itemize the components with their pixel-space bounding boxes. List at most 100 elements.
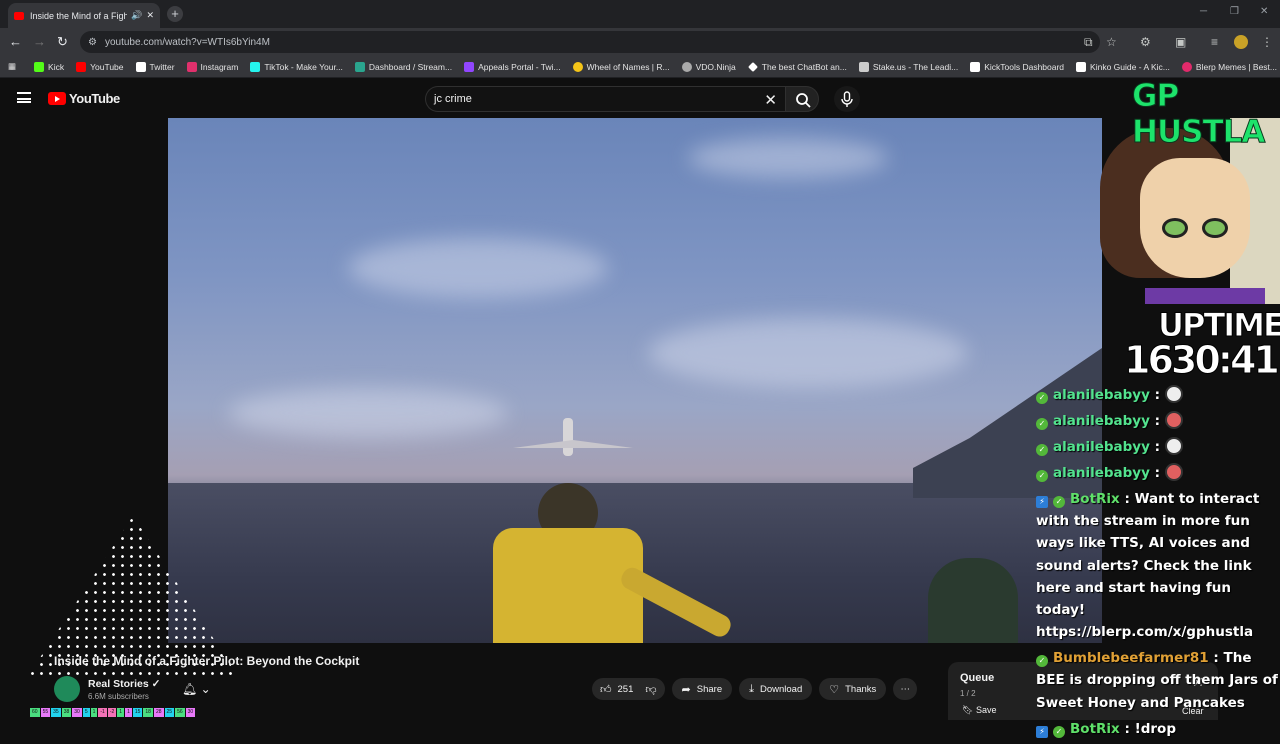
- bookmark-item[interactable]: Blerp Memes | Best...: [1181, 61, 1278, 72]
- bookmark-item[interactable]: Wheel of Names | R...: [572, 61, 670, 72]
- stat-bar-cell: 35: [51, 708, 61, 717]
- hamburger-menu-icon[interactable]: [17, 92, 31, 103]
- new-tab-button[interactable]: +: [167, 6, 183, 22]
- bookmark-item[interactable]: Kick: [34, 61, 65, 72]
- dislike-icon[interactable]: 👎︎: [645, 683, 656, 696]
- profile-avatar[interactable]: [1234, 35, 1248, 49]
- bookmark-label: Blerp Memes | Best...: [1195, 61, 1278, 72]
- queue-save-button[interactable]: 🔖︎ Save: [962, 705, 996, 716]
- thanks-button[interactable]: ♡ Thanks: [819, 678, 887, 700]
- search-input[interactable]: jc crime ✕: [425, 86, 787, 112]
- bookmark-label: Dashboard / Stream...: [368, 61, 453, 72]
- chat-username[interactable]: alanilebabyy: [1053, 439, 1150, 455]
- more-actions-button[interactable]: ⋯: [893, 678, 918, 700]
- chat-username[interactable]: alanilebabyy: [1053, 387, 1150, 403]
- bookmark-item[interactable]: YouTube: [76, 61, 124, 72]
- restore-icon[interactable]: ❐: [1230, 6, 1239, 17]
- address-bar[interactable]: ⚙ youtube.com/watch?v=WTIs6bYin4M: [80, 31, 1100, 53]
- stat-bar-cell: 1: [90, 708, 98, 717]
- bookmark-item[interactable]: TikTok - Make Your...: [250, 61, 343, 72]
- bookmark-item[interactable]: Dashboard / Stream...: [354, 61, 453, 72]
- stake-icon: [858, 61, 869, 72]
- download-button[interactable]: ⤓ Download: [739, 678, 813, 700]
- share-button[interactable]: ➦ Share: [671, 678, 733, 700]
- install-app-icon[interactable]: ⧉: [1084, 35, 1093, 50]
- bookmark-label: Kinko Guide - A Kic...: [1090, 61, 1170, 72]
- bookmark-item[interactable]: Kinko Guide - A Kic...: [1076, 61, 1170, 72]
- browser-tab[interactable]: Inside the Mind of a Fighter 🔊 ✕: [8, 3, 160, 28]
- chat-username[interactable]: alanilebabyy: [1053, 465, 1150, 481]
- chatbot-icon: [747, 61, 758, 72]
- stat-bar-cell: 60: [30, 708, 40, 717]
- apps-icon[interactable]: ▦: [8, 61, 16, 72]
- search-button[interactable]: [785, 86, 819, 112]
- like-icon[interactable]: 👍︎: [600, 683, 612, 696]
- like-dislike-group: 👍︎ 251 👎︎: [592, 678, 665, 700]
- video-player[interactable]: [168, 118, 1102, 643]
- site-info-icon[interactable]: ⚙: [88, 37, 97, 48]
- stat-bar-cell: 25: [164, 708, 175, 717]
- bookmark-item[interactable]: Twitter: [135, 61, 175, 72]
- avatar-shirt: [1145, 288, 1265, 304]
- voice-search-button[interactable]: [834, 86, 860, 112]
- stat-bar-cell: -1: [98, 708, 107, 717]
- channel-avatar[interactable]: [54, 676, 80, 702]
- notification-bell-icon[interactable]: 🔔︎ ⌄: [182, 682, 211, 696]
- share-icon: ➦: [681, 683, 691, 696]
- chat-username[interactable]: BotRix: [1070, 491, 1120, 507]
- reload-icon[interactable]: ↻: [57, 34, 68, 50]
- stat-bar-cell: 30: [72, 708, 82, 717]
- stat-bar-cell: 55: [40, 708, 51, 717]
- cloud: [228, 388, 508, 438]
- kick-icon: [34, 61, 45, 72]
- bookmark-label: YouTube: [90, 61, 124, 72]
- media-icon[interactable]: ▣: [1175, 35, 1186, 49]
- chat-message: ⚡ ✓ BotRix : !drop: [1036, 718, 1280, 740]
- search-value: jc crime: [434, 93, 472, 105]
- close-tab-icon[interactable]: ✕: [146, 10, 154, 21]
- stat-bar-cell: 28: [153, 708, 164, 717]
- like-count[interactable]: 251: [618, 684, 634, 695]
- chat-username[interactable]: BotRix: [1070, 721, 1120, 737]
- share-label: Share: [696, 683, 723, 695]
- tab-search-icon[interactable]: ≡: [1211, 35, 1218, 49]
- stat-bar-cell: 56: [175, 708, 185, 717]
- bookmark-item[interactable]: KickTools Dashboard: [970, 61, 1064, 72]
- minimize-icon[interactable]: ─: [1200, 6, 1207, 17]
- stat-bar-cell: 5: [82, 708, 90, 717]
- back-icon[interactable]: ←: [9, 34, 22, 49]
- verified-badge-icon: ✓: [1036, 418, 1048, 430]
- stat-bar-cell: 15: [132, 708, 143, 717]
- bookmark-label: TikTok - Make Your...: [264, 61, 343, 72]
- bookmark-label: Kick: [48, 61, 65, 72]
- cloud: [688, 138, 888, 178]
- clear-search-icon[interactable]: ✕: [764, 91, 777, 109]
- speaker-icon[interactable]: 🔊: [131, 10, 142, 21]
- close-window-icon[interactable]: ✕: [1260, 6, 1268, 17]
- verified-badge-icon: ✓: [1053, 496, 1065, 508]
- extensions-icon[interactable]: ⚙: [1140, 35, 1151, 49]
- youtube-logo[interactable]: YouTube: [48, 91, 120, 106]
- bookmark-star-icon[interactable]: ☆: [1106, 35, 1117, 49]
- chat-message: ⚡ ✓ BotRix : Want to interact with the str…: [1036, 488, 1280, 643]
- bookmark-item[interactable]: VDO.Ninja: [681, 61, 736, 72]
- bot-badge-icon: ⚡: [1036, 725, 1048, 738]
- chat-separator: :: [1149, 439, 1165, 455]
- twitch-icon: [464, 61, 475, 72]
- bookmark-label: Stake.us - The Leadi...: [872, 61, 959, 72]
- bookmark-item[interactable]: Instagram: [186, 61, 238, 72]
- menu-icon[interactable]: ⋮: [1261, 35, 1273, 49]
- channel-name[interactable]: Real Stories ✓: [88, 678, 160, 690]
- forward-icon[interactable]: →: [33, 34, 46, 49]
- bookmark-item[interactable]: The best ChatBot an...: [747, 61, 847, 72]
- url-text: youtube.com/watch?v=WTIs6bYin4M: [104, 36, 270, 48]
- jet-body: [563, 418, 573, 456]
- bookmark-item[interactable]: Appeals Portal - Twi...: [464, 61, 561, 72]
- chat-username[interactable]: alanilebabyy: [1053, 413, 1150, 429]
- chat-username[interactable]: Bumblebeefarmer81: [1053, 650, 1209, 666]
- officer-jacket: [493, 528, 643, 643]
- bookmark-item[interactable]: Stake.us - The Leadi...: [858, 61, 959, 72]
- chat-separator: :: [1119, 491, 1135, 507]
- chat-text: Want to interact with the stream in more…: [1036, 491, 1260, 641]
- chat-separator: :: [1149, 465, 1165, 481]
